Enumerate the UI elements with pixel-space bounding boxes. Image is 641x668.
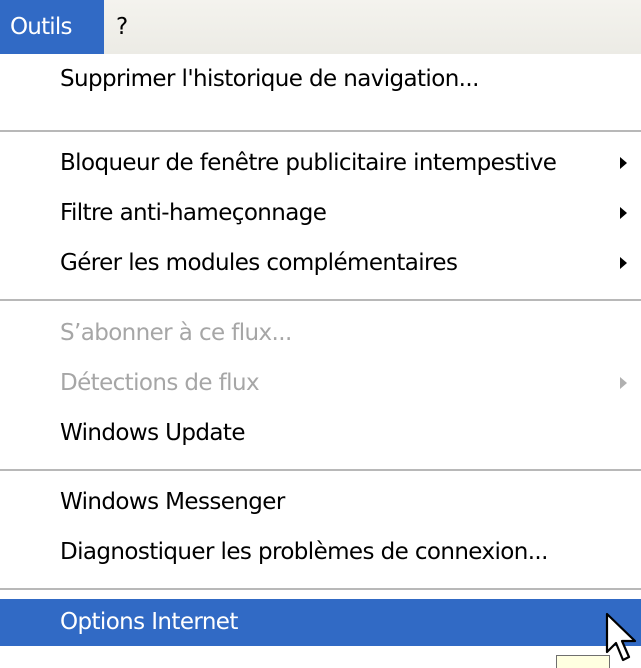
tools-dropdown-menu: Supprimer l'historique de navigation... … xyxy=(0,54,641,668)
menubar-item-help[interactable]: ? xyxy=(106,0,146,54)
menu-item-diagnose-connection[interactable]: Diagnostiquer les problèmes de connexion… xyxy=(0,529,641,575)
menu-item-windows-update[interactable]: Windows Update xyxy=(0,410,641,456)
menu-separator xyxy=(0,299,641,301)
chevron-right-icon xyxy=(620,377,627,389)
chevron-right-icon xyxy=(620,207,627,219)
menu-item-internet-options[interactable]: Options Internet xyxy=(0,599,641,646)
menu-item-label: Windows Messenger xyxy=(60,489,285,515)
menu-item-manage-addons[interactable]: Gérer les modules complémentaires xyxy=(0,240,641,286)
menu-item-label: S’abonner à ce flux... xyxy=(60,320,292,346)
menu-item-subscribe-feed: S’abonner à ce flux... xyxy=(0,310,641,356)
menu-item-label: Options Internet xyxy=(60,609,238,635)
menu-item-label: Windows Update xyxy=(60,420,245,446)
menu-bar: Outils ? xyxy=(0,0,641,54)
menu-separator xyxy=(0,469,641,471)
menu-item-label: Bloqueur de fenêtre publicitaire intempe… xyxy=(60,150,557,176)
chevron-right-icon xyxy=(620,257,627,269)
menu-item-label: Détections de flux xyxy=(60,370,260,396)
menu-separator xyxy=(0,130,641,132)
menu-item-label: Filtre anti-hameçonnage xyxy=(60,200,327,226)
menu-item-label: Diagnostiquer les problèmes de connexion… xyxy=(60,539,548,565)
tooltip xyxy=(556,655,610,668)
menu-item-label: Supprimer l'historique de navigation... xyxy=(60,66,479,92)
menu-separator xyxy=(0,588,641,590)
menu-item-windows-messenger[interactable]: Windows Messenger xyxy=(0,479,641,525)
menubar-item-outils[interactable]: Outils xyxy=(0,0,104,54)
menu-item-label: Gérer les modules complémentaires xyxy=(60,250,458,276)
menu-item-feed-discovery: Détections de flux xyxy=(0,360,641,406)
menu-item-delete-history[interactable]: Supprimer l'historique de navigation... xyxy=(0,56,641,102)
mouse-pointer-icon xyxy=(605,612,637,662)
chevron-right-icon xyxy=(620,157,627,169)
menu-item-popup-blocker[interactable]: Bloqueur de fenêtre publicitaire intempe… xyxy=(0,140,641,186)
menu-item-phishing-filter[interactable]: Filtre anti-hameçonnage xyxy=(0,190,641,236)
